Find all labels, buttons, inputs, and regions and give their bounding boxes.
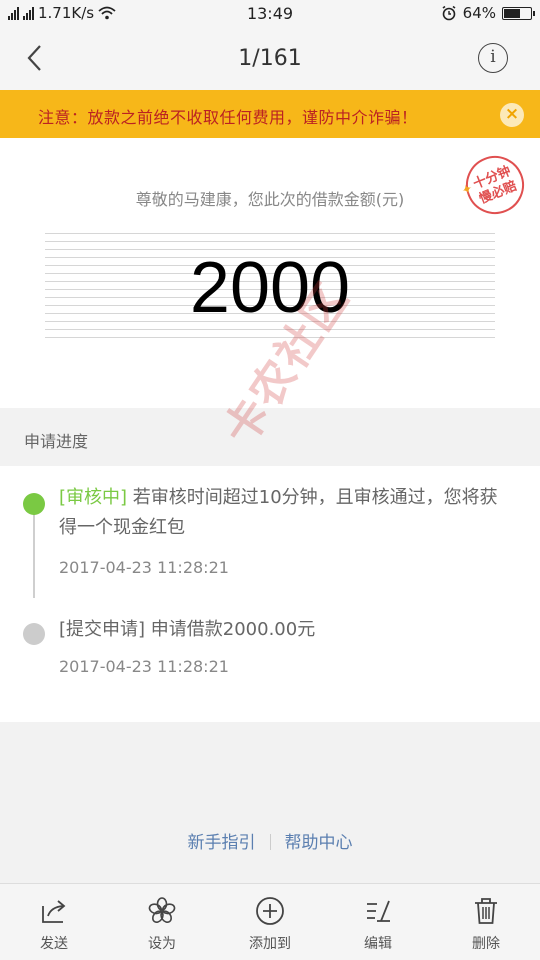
edit-icon: [367, 900, 390, 922]
notice-close-button[interactable]: ×: [500, 103, 524, 127]
battery-percent: 64%: [462, 4, 496, 22]
progress-step: [提交申请] 申请借款2000.00元: [59, 615, 315, 645]
amount-caption: 尊敬的马建康，您此次的借款金额(元): [135, 190, 405, 209]
step-tag: [审核中]: [59, 487, 128, 508]
section-label: 申请进度: [24, 432, 89, 451]
notice-text: 注意：放款之前绝不收取任何费用，谨防中介诈骗！: [38, 108, 418, 127]
nav-bar: 1/161 i: [0, 28, 540, 90]
guide-link[interactable]: 新手指引: [188, 833, 256, 853]
flower-icon: [148, 897, 176, 923]
info-button[interactable]: i: [478, 43, 508, 73]
share-icon: [42, 900, 66, 923]
trash-icon: [475, 898, 497, 924]
toolbar-label: 设为: [148, 936, 176, 952]
timeline-line: [33, 504, 35, 598]
step-tag: [提交申请]: [59, 619, 146, 640]
page-title: 1/161: [238, 46, 302, 71]
timeline-dot-inactive: [23, 623, 45, 645]
toolbar-label: 发送: [40, 936, 68, 952]
step-time: 2017-04-23 11:28:21: [59, 657, 229, 676]
share-button[interactable]: 发送: [0, 884, 108, 960]
toolbar-label: 添加到: [249, 936, 291, 952]
status-bar: 1.71K/s 13:49 64%: [0, 0, 540, 28]
edit-button[interactable]: 编辑: [324, 884, 432, 960]
stamp-text: 十分钟 慢必赔: [471, 163, 520, 208]
link-divider: [269, 834, 271, 850]
progress-card: [审核中] 若审核时间超过10分钟，且审核通过，您将获得一个现金红包 2017-…: [0, 466, 540, 722]
timeline-dot-active: [23, 493, 45, 515]
amount-value: 2000: [189, 248, 351, 328]
bottom-toolbar: 发送 设为 添加到 编辑 删除: [0, 883, 540, 960]
set-as-button[interactable]: 设为: [108, 884, 216, 960]
help-links: 新手指引 帮助中心: [0, 828, 540, 853]
toolbar-label: 编辑: [364, 936, 392, 952]
add-circle-icon: [256, 897, 284, 925]
info-icon: i: [490, 47, 496, 67]
close-icon: ×: [504, 104, 520, 124]
help-center-link[interactable]: 帮助中心: [285, 833, 353, 853]
battery-icon: [502, 6, 535, 20]
notice-banner: 注意：放款之前绝不收取任何费用，谨防中介诈骗！ ×: [0, 90, 540, 138]
delete-button[interactable]: 删除: [432, 884, 540, 960]
step-text: 申请借款2000.00元: [145, 619, 316, 640]
step-time: 2017-04-23 11:28:21: [59, 558, 229, 577]
alarm-icon: [442, 5, 456, 21]
progress-step: [审核中] 若审核时间超过10分钟，且审核通过，您将获得一个现金红包: [59, 483, 509, 543]
add-to-button[interactable]: 添加到: [216, 884, 324, 960]
status-right: 64%: [441, 4, 535, 22]
toolbar-label: 删除: [472, 936, 500, 952]
guarantee-stamp: ✦ 十分钟 慢必赔: [457, 147, 533, 223]
